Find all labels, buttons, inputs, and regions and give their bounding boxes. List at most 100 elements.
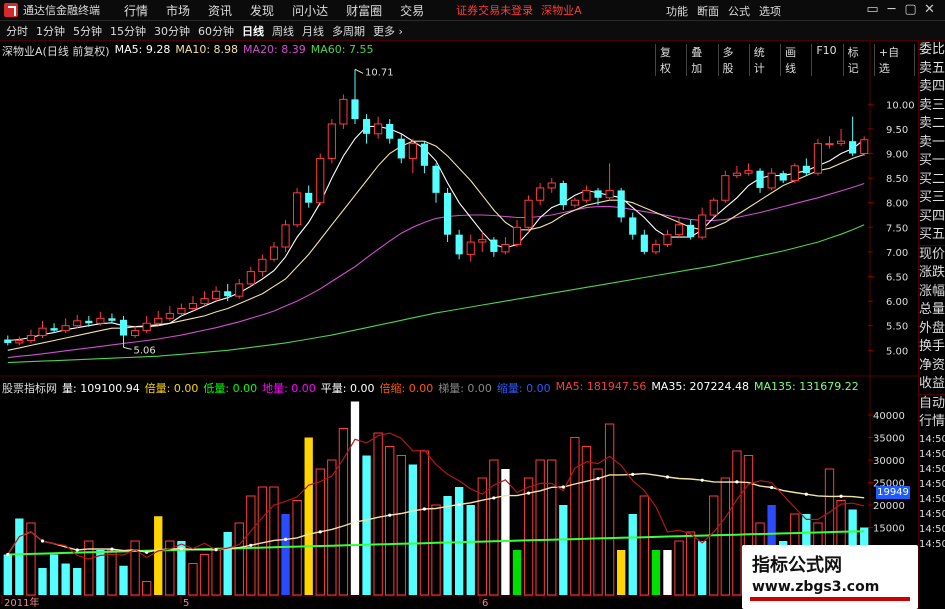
volume-ma-dot [353,520,357,524]
volume-ma-dot [75,548,79,552]
candle-body [235,283,244,297]
volume-bar [107,549,117,596]
volume-ma-dot [388,513,392,517]
volume-bar [304,437,313,595]
sidebar-label: 买一 [919,153,945,168]
volume-bar [61,563,70,595]
watermark-logo: 指标公式网 www.zbgs3.com [742,545,918,609]
candle-body [756,170,764,188]
candle-body [327,123,336,159]
price-volume-chart[interactable]: 10.00 9.50 9.00 8.50 8.00 7.50 7.00 6.50 6.00 5.5… [0,0,918,609]
candle-body [732,172,741,177]
sidebar-label: 外盘 [919,320,945,336]
candle-body [397,138,405,159]
volume-ma-dot [735,480,739,484]
candle-body [362,119,371,134]
candle-body [849,141,857,154]
sidebar-label: 涨幅 [919,283,945,299]
candle-body [258,258,267,273]
volume-bar [385,446,395,596]
volume-bar [199,554,210,596]
sidebar-label: 净资 [919,357,945,373]
volume-ma-dot [249,543,253,547]
volume-bar [350,401,360,595]
volume-bar [593,468,603,596]
candle-body [501,244,510,253]
candle-body [512,226,522,246]
volume-ma-dot [179,546,183,551]
candle-body [351,99,359,120]
candle-body [154,317,163,324]
volume-bar [674,540,684,596]
volume-bar [720,477,730,596]
volume-ma-dot [700,478,704,482]
volume-bar [373,432,383,596]
candle-body [200,298,209,305]
volume-tick-label: 35000 [873,434,905,445]
candle-body [559,183,567,206]
candle-body [651,244,660,253]
candle-body [478,239,487,243]
price-tick-label: 10.00 [886,100,915,111]
sidebar-label: 卖二 [919,116,945,131]
volume-bar [49,554,59,595]
candle-body [61,325,70,332]
volume-ma-dot [214,548,218,552]
candle-body [674,224,684,236]
candle-body [339,98,348,125]
volume-bar [327,459,337,596]
candle-body [490,239,498,252]
current-volume-badge: 19949 [876,486,910,499]
volume-bar [3,554,12,595]
sidebar-label: 14:50 [919,433,945,445]
quote-sidebar: 委比 卖五 卖四 卖三 卖二 卖一 买一 买二 买三 买四 买五 现价 涨跌 涨幅 总量 外盘 换手 净资 收益 自动… [918,41,945,609]
candle-body [744,170,753,174]
volume-bar [628,514,637,595]
sidebar-label: 换手 [919,339,945,354]
volume-ma-dot [561,485,565,489]
volume-bar [292,500,302,596]
xaxis-label: 2011年 [4,596,39,609]
volume-bar [535,459,545,596]
volume-ma-dot [526,491,531,495]
candle-body [386,123,394,139]
candle-body [212,290,221,300]
price-tick-label: 6.50 [886,273,908,284]
volume-bar [188,563,198,596]
price-tick-label: 6.00 [886,297,908,308]
candle-body [246,271,255,285]
volume-bar [15,518,24,595]
candle-body [305,192,313,203]
candle-body [108,318,116,321]
candle-body [767,172,776,189]
close-icon[interactable]: ✕ [920,2,939,17]
candle-body [408,143,417,159]
tdx-terminal-window: 通达信金融终端 行情 市场 资讯 发现 问小达 财富圈 交易 证券交易未登录 深… [0,0,945,609]
volume-bar [477,477,487,596]
candle-body [4,339,12,343]
sidebar-label: 委比 [919,42,945,57]
candle-body [188,303,198,309]
candle-body [640,234,648,252]
candle-body [860,139,869,154]
candle-body [119,319,128,336]
volume-tick-label: 20000 [873,501,905,512]
volume-bar [512,550,522,595]
volume-bar [570,437,580,596]
price-tick-label: 5.50 [886,322,908,333]
volume-bar [142,581,152,596]
candle-body [802,165,810,174]
volume-bar [466,505,475,595]
volume-bar [281,514,290,595]
sidebar-label: 现价 [919,244,945,265]
sidebar-label: 卖四 [919,79,945,94]
volume-ma-dot [145,550,149,554]
volume-bar [489,459,499,596]
xaxis-label: 5 [183,598,189,609]
candle-body [582,189,591,201]
candle-body [38,327,47,337]
candle-body [73,320,82,327]
volume-bar [408,464,418,595]
volume-ma-dot [40,539,45,543]
price-tick-label: 9.00 [886,149,908,160]
